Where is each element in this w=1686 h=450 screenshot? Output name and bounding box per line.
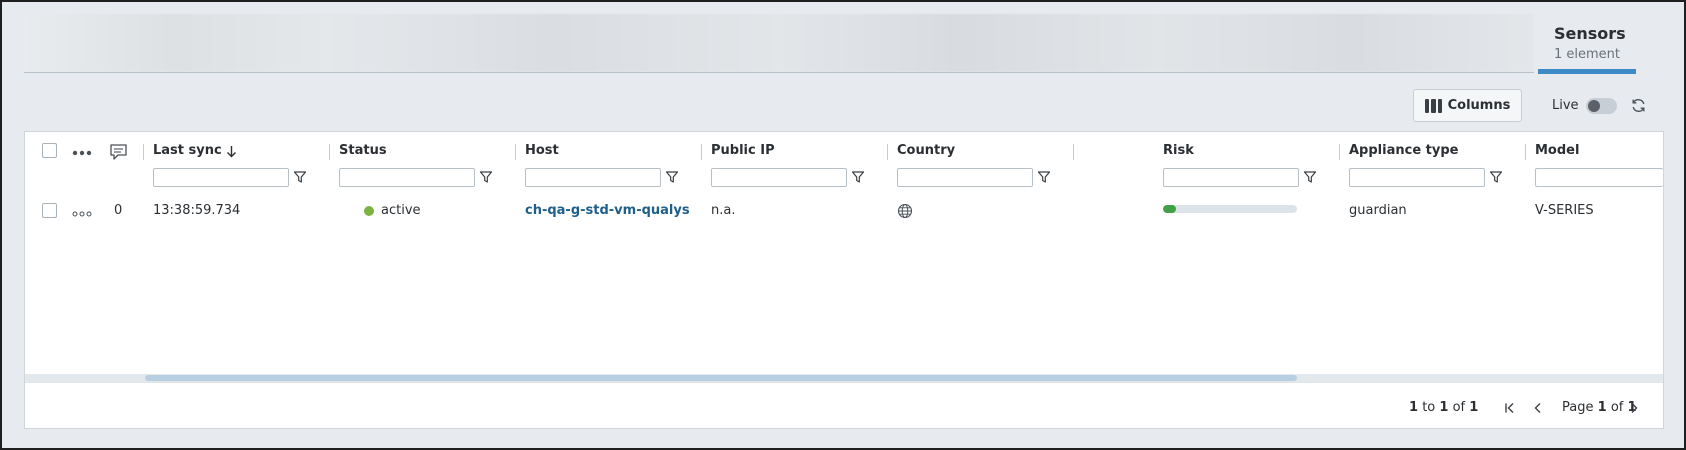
column-separator bbox=[329, 144, 330, 160]
row-actions-icon[interactable] bbox=[72, 211, 92, 217]
filter-input-last-sync[interactable] bbox=[153, 168, 289, 187]
filter-icon[interactable] bbox=[293, 170, 307, 184]
column-header-last-sync[interactable]: Last sync bbox=[153, 143, 222, 158]
header-blurred-area bbox=[24, 14, 1534, 72]
toggle-knob bbox=[1588, 100, 1600, 112]
cell-status: active bbox=[381, 203, 421, 218]
live-toggle[interactable] bbox=[1586, 98, 1617, 114]
column-separator bbox=[1339, 144, 1340, 160]
cell-appliance-type: guardian bbox=[1349, 203, 1407, 218]
comment-count: 0 bbox=[114, 203, 123, 218]
filter-input-status[interactable] bbox=[339, 168, 475, 187]
header-divider bbox=[24, 72, 1534, 73]
column-separator bbox=[1525, 144, 1526, 160]
more-options-icon[interactable] bbox=[72, 150, 92, 156]
columns-button-label: Columns bbox=[1447, 98, 1511, 113]
filter-icon[interactable] bbox=[1037, 170, 1051, 184]
column-header-host[interactable]: Host bbox=[525, 143, 559, 158]
footer-divider bbox=[25, 382, 1663, 383]
first-page-icon[interactable] bbox=[1503, 401, 1517, 415]
filter-icon[interactable] bbox=[1303, 170, 1317, 184]
sensors-view: Sensors 1 element Columns Live Last sync bbox=[2, 2, 1684, 448]
risk-bar-fill bbox=[1163, 205, 1177, 213]
status-dot bbox=[364, 206, 374, 216]
globe-icon bbox=[897, 203, 913, 219]
filter-icon[interactable] bbox=[665, 170, 679, 184]
column-header-appliance-type[interactable]: Appliance type bbox=[1349, 143, 1458, 158]
filter-input-host[interactable] bbox=[525, 168, 661, 187]
live-label: Live bbox=[1552, 98, 1579, 113]
host-link[interactable]: ch-qa-g-std-vm-qualys-r bbox=[525, 203, 689, 218]
cell-public-ip: n.a. bbox=[711, 203, 736, 218]
cell-last-sync: 13:38:59.734 bbox=[153, 203, 241, 218]
comment-icon bbox=[110, 144, 127, 160]
columns-button[interactable]: Columns bbox=[1413, 89, 1522, 122]
column-header-model[interactable]: Model bbox=[1535, 143, 1579, 158]
refresh-icon[interactable] bbox=[1630, 97, 1647, 114]
column-separator bbox=[143, 144, 144, 160]
filter-icon[interactable] bbox=[479, 170, 493, 184]
columns-icon bbox=[1424, 98, 1442, 113]
column-separator bbox=[1073, 144, 1074, 160]
column-header-country[interactable]: Country bbox=[897, 143, 955, 158]
sort-arrow-down-icon[interactable] bbox=[226, 145, 237, 158]
horizontal-scrollbar[interactable] bbox=[25, 374, 1663, 382]
active-tab-indicator bbox=[1538, 69, 1636, 74]
filter-icon[interactable] bbox=[1489, 170, 1503, 184]
filter-input-appliance-type[interactable] bbox=[1349, 168, 1485, 187]
column-separator bbox=[701, 144, 702, 160]
next-page-icon[interactable] bbox=[1627, 401, 1641, 415]
page-title: Sensors bbox=[1554, 24, 1626, 43]
pagination-range: 1 to 1 of 1 bbox=[1409, 400, 1479, 415]
element-count: 1 element bbox=[1554, 47, 1621, 62]
filter-input-public-ip[interactable] bbox=[711, 168, 847, 187]
tab-sensors[interactable]: Sensors 1 element bbox=[1534, 14, 1664, 74]
filter-icon[interactable] bbox=[851, 170, 865, 184]
select-all-checkbox[interactable] bbox=[42, 143, 57, 158]
page-indicator: Page 1 of 1 bbox=[1562, 400, 1637, 415]
risk-bar bbox=[1163, 205, 1297, 213]
column-header-risk[interactable]: Risk bbox=[1163, 143, 1194, 158]
column-separator bbox=[887, 144, 888, 160]
scrollbar-thumb[interactable] bbox=[145, 375, 1297, 381]
column-header-status[interactable]: Status bbox=[339, 143, 387, 158]
cell-model: V-SERIES bbox=[1535, 203, 1594, 218]
sensors-table: Last sync Status Host Public IP Country … bbox=[24, 131, 1664, 429]
filter-input-country[interactable] bbox=[897, 168, 1033, 187]
filter-input-model[interactable] bbox=[1535, 168, 1663, 187]
column-header-public-ip[interactable]: Public IP bbox=[711, 143, 775, 158]
filter-input-risk[interactable] bbox=[1163, 168, 1299, 187]
column-separator bbox=[515, 144, 516, 160]
row-checkbox[interactable] bbox=[42, 203, 57, 218]
previous-page-icon[interactable] bbox=[1531, 401, 1545, 415]
